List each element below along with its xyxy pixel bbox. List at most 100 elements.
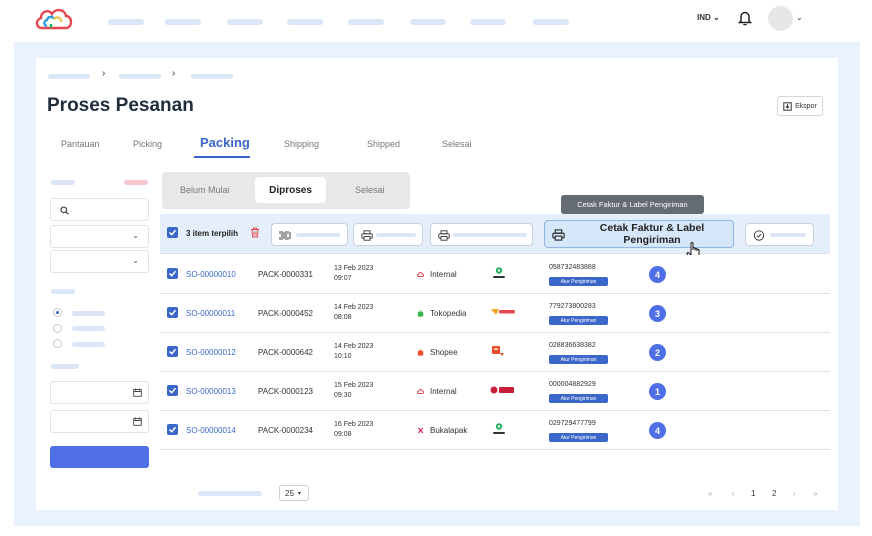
prev-page-button[interactable]: ‹ <box>732 489 735 498</box>
calendar-icon <box>133 388 142 397</box>
export-button[interactable]: Ekspor <box>777 96 823 116</box>
avatar[interactable] <box>768 6 793 31</box>
check-icon <box>168 229 177 236</box>
complete-button[interactable] <box>745 223 814 246</box>
tab-packing[interactable]: Packing <box>200 135 250 150</box>
marketplace-name: Internal <box>430 270 457 279</box>
page-1-button[interactable]: 1 <box>751 489 755 498</box>
nav-item[interactable] <box>470 19 506 25</box>
row-checkbox[interactable] <box>167 346 178 357</box>
filter-select[interactable]: ⌄ <box>50 250 149 273</box>
arrange-shipping-button[interactable]: Atur Pengiriman <box>549 355 608 364</box>
date-input-start[interactable] <box>50 381 149 404</box>
subtab-diproses[interactable]: Diproses <box>255 177 326 203</box>
nav-item[interactable] <box>108 19 144 25</box>
radio-option[interactable] <box>53 339 62 348</box>
last-page-button[interactable]: » <box>813 489 817 498</box>
search-input[interactable] <box>50 198 149 221</box>
page-title: Proses Pesanan <box>47 95 194 116</box>
check-icon <box>168 426 177 433</box>
printer-icon <box>438 230 450 241</box>
nav-item[interactable] <box>533 19 569 25</box>
marketplace-name: Shopee <box>430 348 458 357</box>
tab-selesai[interactable]: Selesai <box>442 139 472 149</box>
page-size-select[interactable]: 25 ▾ <box>279 485 309 501</box>
anteraja-logo-icon <box>491 309 515 315</box>
row-checkbox[interactable] <box>167 268 178 279</box>
so-number-link[interactable]: SO-00000014 <box>186 426 236 435</box>
select-all-checkbox[interactable] <box>167 227 178 238</box>
subtab-belum-mulai[interactable]: Belum Mulai <box>180 185 230 195</box>
reset-filter-link[interactable] <box>124 180 148 185</box>
first-page-button[interactable]: « <box>708 489 712 498</box>
order-date: 14 Feb 2023 08:08 <box>334 304 374 321</box>
breadcrumb-item[interactable] <box>119 74 161 79</box>
tracking-number: 029729477799 <box>549 420 596 427</box>
apply-filter-button[interactable] <box>50 446 149 468</box>
radio-option[interactable] <box>53 308 62 317</box>
nav-item[interactable] <box>410 19 446 25</box>
tab-picking[interactable]: Picking <box>133 139 162 149</box>
shopee-icon <box>417 349 424 356</box>
so-number-link[interactable]: SO-00000013 <box>186 387 236 396</box>
breadcrumb-item[interactable] <box>48 74 90 79</box>
pack-number: PACK-0000234 <box>258 426 313 435</box>
arrange-shipping-button[interactable]: Atur Pengiriman <box>549 316 608 325</box>
chevron-down-icon: ⌄ <box>132 256 139 265</box>
scan-button[interactable] <box>271 223 348 246</box>
so-number-link[interactable]: SO-00000010 <box>186 270 236 279</box>
pack-number: PACK-0000642 <box>258 348 313 357</box>
order-date: 13 Feb 2023 09:07 <box>334 265 374 282</box>
order-date: 14 Feb 2023 10:10 <box>334 343 374 360</box>
subtab-selesai[interactable]: Selesai <box>355 185 385 195</box>
tab-pantauan[interactable]: Pantauan <box>61 139 100 149</box>
next-page-button[interactable]: › <box>793 489 796 498</box>
print-invoice-and-label-button[interactable]: Cetak Faktur & Label Pengiriman <box>544 220 734 248</box>
tracking-number: 779273800283 <box>549 303 596 310</box>
arrange-shipping-button[interactable]: Atur Pengiriman <box>549 277 608 286</box>
date-input-end[interactable] <box>50 410 149 433</box>
tooltip: Cetak Faktur & Label Pengiriman <box>561 195 704 219</box>
tab-shipped[interactable]: Shipped <box>367 139 400 149</box>
cloud-internal-icon <box>417 389 424 394</box>
row-checkbox[interactable] <box>167 307 178 318</box>
tracking-number: 000004882929 <box>549 381 596 388</box>
nav-item[interactable] <box>227 19 263 25</box>
row-checkbox[interactable] <box>167 424 178 435</box>
print-label-button[interactable] <box>430 223 533 246</box>
barcode-icon <box>279 231 291 240</box>
top-bar: IND ⌄ ⌄ <box>0 0 872 40</box>
button-label <box>296 233 340 237</box>
check-icon <box>168 270 177 277</box>
search-icon <box>60 206 69 215</box>
print-invoice-button[interactable] <box>353 223 423 246</box>
order-date: 16 Feb 2023 09:08 <box>334 421 374 438</box>
check-icon <box>168 387 177 394</box>
cloud-logo-icon[interactable] <box>34 6 74 32</box>
pack-number: PACK-0000452 <box>258 309 313 318</box>
row-checkbox[interactable] <box>167 385 178 396</box>
page-2-button[interactable]: 2 <box>772 489 776 498</box>
nav-item[interactable] <box>287 19 323 25</box>
arrange-shipping-button[interactable]: Atur Pengiriman <box>549 433 608 442</box>
marketplace-name: Internal <box>430 387 457 396</box>
so-number-link[interactable]: SO-00000011 <box>186 309 235 318</box>
marketplace-name: Bukalapak <box>430 426 468 435</box>
bell-icon[interactable] <box>738 10 752 26</box>
so-number-link[interactable]: SO-00000012 <box>186 348 236 357</box>
filter-select[interactable]: ⌄ <box>50 225 149 248</box>
tab-shipping[interactable]: Shipping <box>284 139 319 149</box>
tokopedia-icon <box>417 310 424 317</box>
chevron-down-icon[interactable]: ⌄ <box>796 13 803 22</box>
pack-number: PACK-0000331 <box>258 270 313 279</box>
arrange-shipping-button[interactable]: Atur Pengiriman <box>549 394 608 403</box>
filter-heading <box>51 180 75 185</box>
language-selector[interactable]: IND ⌄ <box>697 13 720 22</box>
printer-icon <box>552 229 565 241</box>
radio-option[interactable] <box>53 324 62 333</box>
printer-icon <box>361 230 373 241</box>
trash-icon[interactable] <box>250 227 260 238</box>
caret-down-icon: ▾ <box>297 490 301 497</box>
nav-item[interactable] <box>348 19 384 25</box>
nav-item[interactable] <box>165 19 201 25</box>
